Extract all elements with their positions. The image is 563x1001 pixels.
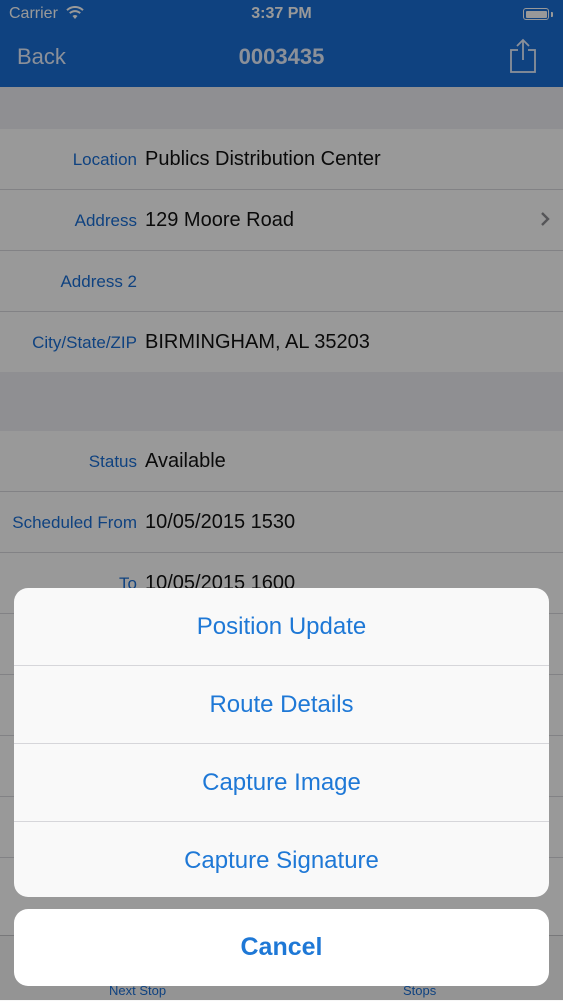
- capture-image-button[interactable]: Capture Image: [14, 744, 549, 822]
- route-details-button[interactable]: Route Details: [14, 666, 549, 744]
- position-update-button[interactable]: Position Update: [14, 588, 549, 666]
- capture-signature-button[interactable]: Capture Signature: [14, 822, 549, 897]
- action-sheet: Position Update Route Details Capture Im…: [14, 588, 549, 897]
- cancel-button[interactable]: Cancel: [14, 909, 549, 986]
